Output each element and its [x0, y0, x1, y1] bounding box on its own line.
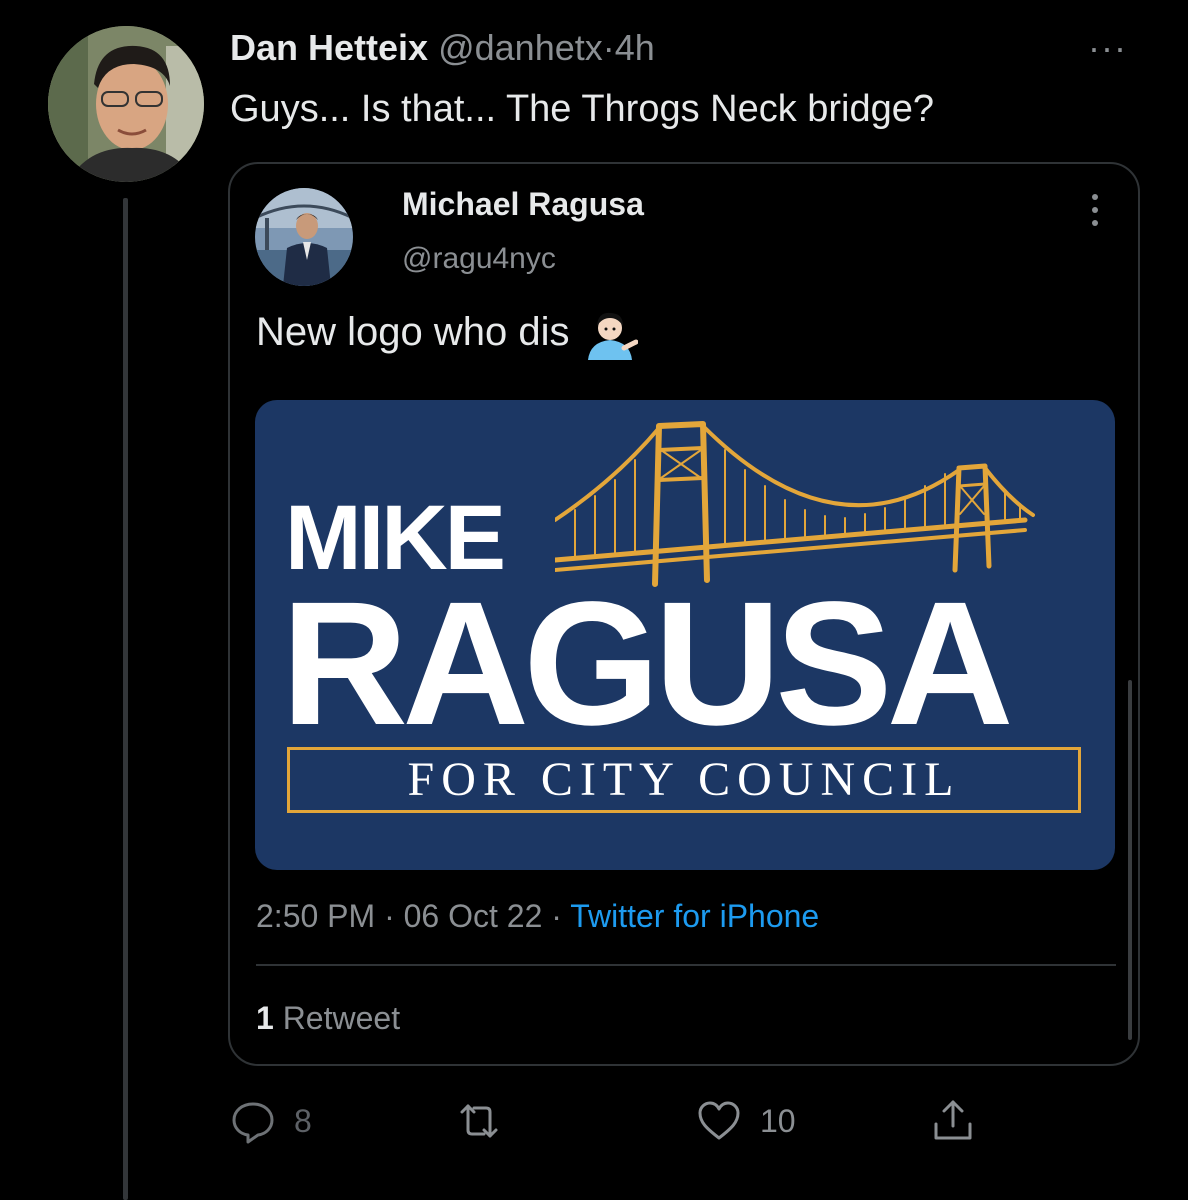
author-handle[interactable]: @danhetx	[438, 27, 603, 68]
meta-separator: ·	[384, 898, 395, 934]
logo-last-name: RAGUSA	[281, 566, 1014, 762]
retweet-count: 1	[256, 1000, 274, 1036]
reply-icon	[232, 1102, 274, 1144]
scrollbar[interactable]	[1128, 680, 1132, 1040]
meta-source-link[interactable]: Twitter for iPhone	[570, 898, 819, 934]
meta-time[interactable]: 2:50 PM	[256, 898, 375, 934]
tweet-text: Guys... Is that... The Throgs Neck bridg…	[230, 88, 935, 130]
meta-date[interactable]: 06 Oct 22	[404, 898, 543, 934]
thread-connector-line	[123, 198, 128, 1200]
heart-icon	[698, 1101, 740, 1140]
tweet-time[interactable]: 4h	[615, 27, 655, 68]
campaign-logo-image[interactable]: MIKE RAGUSA FOR CITY COUNCIL	[255, 400, 1115, 870]
logo-council-banner: FOR CITY COUNCIL	[287, 747, 1081, 813]
like-button[interactable]: 10	[696, 1096, 796, 1146]
quoted-tweet-text-label: New logo who dis	[256, 310, 570, 354]
reply-button[interactable]: 8	[230, 1096, 312, 1146]
tweet-meta: 2:50 PM · 06 Oct 22 · Twitter for iPhone	[256, 896, 819, 936]
quoted-tweet-text: New logo who dis	[256, 304, 638, 360]
reply-count: 8	[294, 1102, 312, 1139]
quoted-author-avatar[interactable]	[255, 188, 353, 286]
quoted-author-name[interactable]: Michael Ragusa	[402, 186, 644, 223]
person-tipping-hand-icon	[587, 312, 638, 360]
tweet-header: Dan Hetteix @danhetx·4h	[230, 26, 655, 70]
avatar-photo	[48, 26, 204, 182]
tweet-actions: 8 10	[230, 1096, 990, 1146]
retweet-icon	[460, 1104, 498, 1138]
like-count: 10	[760, 1102, 796, 1139]
quoted-avatar-photo	[255, 188, 353, 286]
quoted-author-handle[interactable]: @ragu4nyc	[402, 242, 556, 276]
more-options-button[interactable]: ···	[1088, 30, 1127, 66]
retweet-stats[interactable]: 1 Retweet	[256, 998, 400, 1038]
bridge-icon	[555, 421, 1035, 587]
header-separator: ·	[602, 27, 615, 68]
share-button[interactable]	[930, 1096, 976, 1146]
quoted-divider	[256, 964, 1116, 966]
retweet-label: Retweet	[282, 1000, 401, 1036]
meta-separator-2: ·	[551, 898, 562, 934]
retweet-button[interactable]	[456, 1096, 502, 1146]
quoted-more-icon[interactable]	[1090, 192, 1100, 228]
quoted-tweet-card[interactable]: Michael Ragusa @ragu4nyc New logo who di…	[228, 162, 1140, 1066]
share-icon	[934, 1100, 972, 1140]
logo-council-text: FOR CITY COUNCIL	[407, 753, 961, 806]
author-name[interactable]: Dan Hetteix	[230, 27, 428, 68]
author-avatar[interactable]	[48, 26, 204, 182]
